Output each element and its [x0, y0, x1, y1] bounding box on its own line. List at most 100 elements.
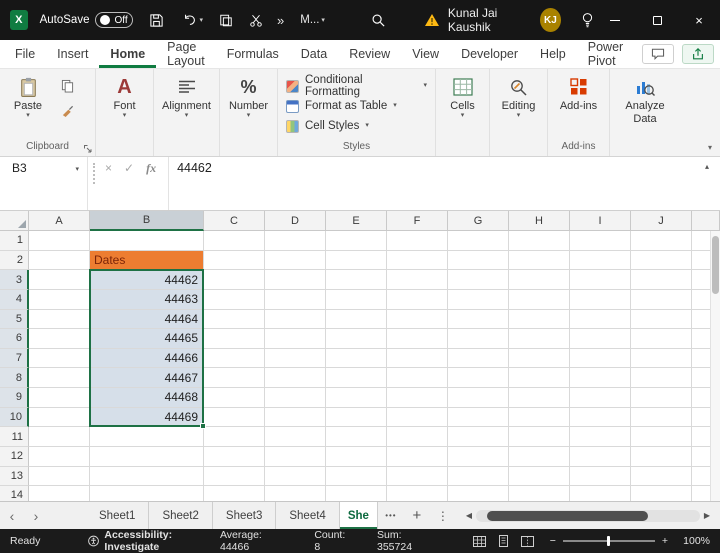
cell-G1[interactable] — [448, 231, 509, 251]
row-header-2[interactable]: 2 — [0, 251, 29, 271]
cell-E3[interactable] — [326, 270, 387, 290]
column-header-b[interactable]: B — [90, 211, 204, 231]
cell-A6[interactable] — [29, 329, 90, 349]
cell-C10[interactable] — [204, 408, 265, 428]
cell-G7[interactable] — [448, 349, 509, 369]
cell-E4[interactable] — [326, 290, 387, 310]
collapse-formula-bar-button[interactable]: ▴ — [694, 157, 720, 210]
cell-B10[interactable]: 44469 — [90, 408, 204, 428]
column-header-d[interactable]: D — [265, 211, 326, 231]
row-header-1[interactable]: 1 — [0, 231, 29, 251]
cell-styles-button[interactable]: Cell Styles▾ — [282, 116, 431, 136]
cell-I11[interactable] — [570, 427, 631, 447]
share-button[interactable] — [682, 44, 714, 64]
cell-J1[interactable] — [631, 231, 692, 251]
row-header-13[interactable]: 13 — [0, 467, 29, 487]
cell-F3[interactable] — [387, 270, 448, 290]
row-header-7[interactable]: 7 — [0, 349, 29, 369]
cell-D2[interactable] — [265, 251, 326, 271]
cell-F8[interactable] — [387, 368, 448, 388]
row-header-3[interactable]: 3 — [0, 270, 29, 290]
cell-J13[interactable] — [631, 467, 692, 487]
cell-J6[interactable] — [631, 329, 692, 349]
cell-C7[interactable] — [204, 349, 265, 369]
cell-G9[interactable] — [448, 388, 509, 408]
cell-C13[interactable] — [204, 467, 265, 487]
name-box[interactable]: B3 ▾ — [0, 157, 88, 210]
cell-F7[interactable] — [387, 349, 448, 369]
cell-G11[interactable] — [448, 427, 509, 447]
cell-D4[interactable] — [265, 290, 326, 310]
row-header-10[interactable]: 10 — [0, 408, 29, 428]
cell-B5[interactable]: 44464 — [90, 310, 204, 330]
row-header-4[interactable]: 4 — [0, 290, 29, 310]
zoom-slider-thumb[interactable] — [607, 536, 610, 546]
cell-C3[interactable] — [204, 270, 265, 290]
sheet-tab-sheet3[interactable]: Sheet3 — [213, 502, 276, 529]
cancel-button[interactable]: × — [105, 161, 112, 175]
cell-D8[interactable] — [265, 368, 326, 388]
cell-F11[interactable] — [387, 427, 448, 447]
formula-input[interactable]: 44462 — [169, 157, 694, 210]
tab-home[interactable]: Home — [99, 40, 156, 68]
cell-G12[interactable] — [448, 447, 509, 467]
paste-button[interactable]: Paste ▾ — [4, 74, 52, 119]
cell-A1[interactable] — [29, 231, 90, 251]
cell-G2[interactable] — [448, 251, 509, 271]
tab-help[interactable]: Help — [529, 40, 577, 68]
tab-view[interactable]: View — [401, 40, 450, 68]
cell-E8[interactable] — [326, 368, 387, 388]
collapse-ribbon-icon[interactable]: ▾ — [708, 143, 712, 152]
status-average[interactable]: Average: 44466 — [220, 529, 288, 553]
user-name[interactable]: Kunal Jai Kaushik — [448, 6, 532, 34]
cell-H9[interactable] — [509, 388, 570, 408]
row-header-8[interactable]: 8 — [0, 368, 29, 388]
status-count[interactable]: Count: 8 — [314, 529, 351, 553]
tab-data[interactable]: Data — [290, 40, 338, 68]
cell-G14[interactable] — [448, 486, 509, 501]
cell-D12[interactable] — [265, 447, 326, 467]
cell-A11[interactable] — [29, 427, 90, 447]
more-sheets-button[interactable]: ••• — [378, 502, 404, 529]
copy-button[interactable] — [219, 13, 233, 28]
cell-I13[interactable] — [570, 467, 631, 487]
cell-F2[interactable] — [387, 251, 448, 271]
save-button[interactable] — [149, 13, 164, 28]
cell-E5[interactable] — [326, 310, 387, 330]
cell-C9[interactable] — [204, 388, 265, 408]
normal-view-icon[interactable] — [473, 536, 486, 547]
cell-I7[interactable] — [570, 349, 631, 369]
scroll-right-icon[interactable]: ▶ — [700, 511, 714, 520]
cell-J12[interactable] — [631, 447, 692, 467]
cell-B2[interactable]: Dates — [90, 251, 204, 271]
scroll-left-icon[interactable]: ◀ — [462, 511, 476, 520]
cell-E14[interactable] — [326, 486, 387, 501]
cell-G3[interactable] — [448, 270, 509, 290]
cell-I2[interactable] — [570, 251, 631, 271]
cell-F14[interactable] — [387, 486, 448, 501]
cell-J8[interactable] — [631, 368, 692, 388]
cell-C11[interactable] — [204, 427, 265, 447]
cell-D3[interactable] — [265, 270, 326, 290]
cell-H4[interactable] — [509, 290, 570, 310]
cell-A7[interactable] — [29, 349, 90, 369]
cells-button[interactable]: Cells ▾ — [440, 74, 485, 119]
cell-J3[interactable] — [631, 270, 692, 290]
cell-H1[interactable] — [509, 231, 570, 251]
horizontal-scrollbar-thumb[interactable] — [487, 511, 648, 521]
cell-I3[interactable] — [570, 270, 631, 290]
sheet-tab-sheet4[interactable]: Sheet4 — [276, 502, 339, 529]
cell-I4[interactable] — [570, 290, 631, 310]
cell-A3[interactable] — [29, 270, 90, 290]
column-header-j[interactable]: J — [631, 211, 692, 231]
cell-I1[interactable] — [570, 231, 631, 251]
cell-F5[interactable] — [387, 310, 448, 330]
tab-file[interactable]: File — [4, 40, 46, 68]
toolbar-overflow-button[interactable]: » — [277, 13, 284, 28]
formula-bar-handle[interactable] — [88, 163, 95, 184]
column-header-e[interactable]: E — [326, 211, 387, 231]
cell-C12[interactable] — [204, 447, 265, 467]
cell-D1[interactable] — [265, 231, 326, 251]
cell-B13[interactable] — [90, 467, 204, 487]
cell-J9[interactable] — [631, 388, 692, 408]
